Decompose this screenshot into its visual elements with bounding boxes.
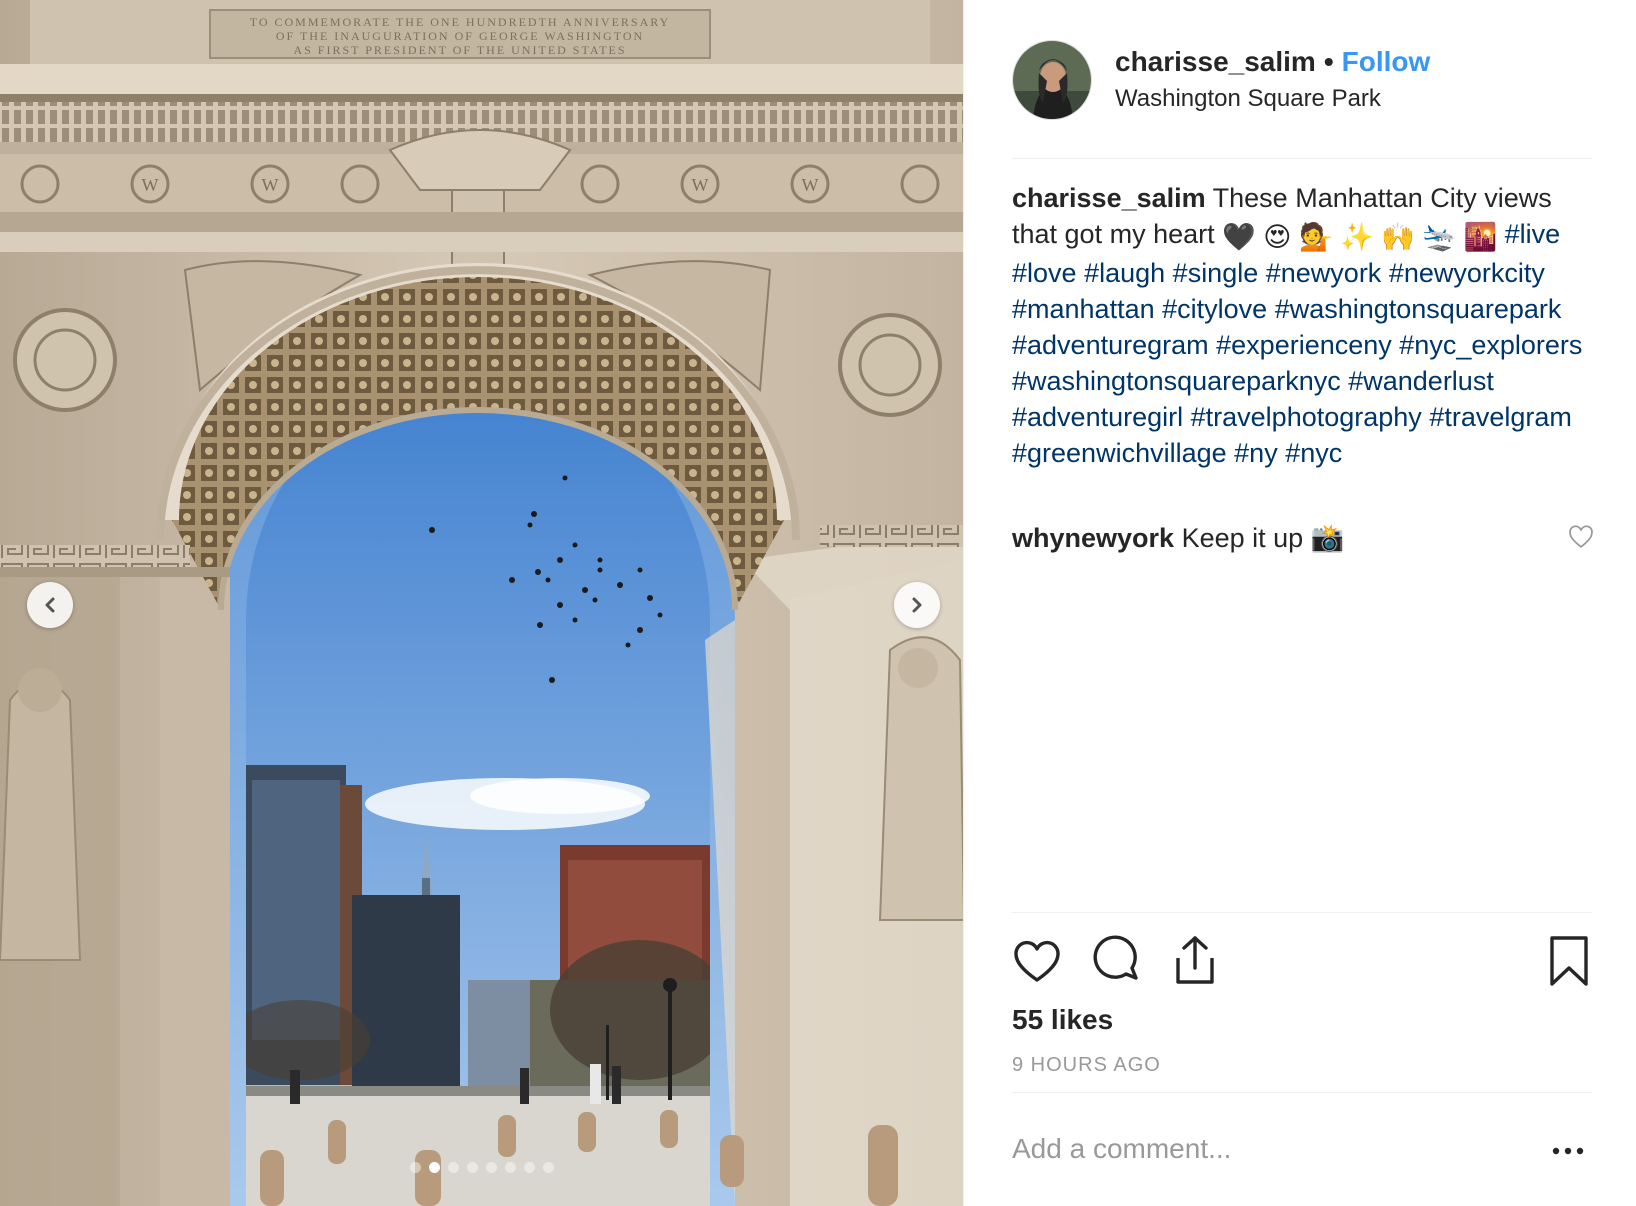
carousel-dot (448, 1162, 459, 1173)
bookmark-icon[interactable] (1544, 934, 1594, 988)
hashtag-link[interactable]: #ny (1234, 438, 1278, 468)
carousel-prev-button[interactable] (27, 582, 73, 628)
comment-username[interactable]: whynewyork (1012, 523, 1174, 553)
svg-text:W: W (802, 175, 819, 195)
avatar[interactable] (1012, 40, 1092, 120)
add-comment-input[interactable] (1012, 1124, 1512, 1174)
hashtag-link[interactable]: #washingtonsquareparknyc (1012, 366, 1341, 396)
hashtag-link[interactable]: #washingtonsquarepark (1275, 294, 1562, 324)
comment-like-icon[interactable] (1568, 524, 1594, 550)
caption-emoji-6: 🌇 (1463, 222, 1498, 252)
hashtag-link[interactable]: #live (1505, 219, 1561, 249)
caption-emoji-2: 💁 (1298, 222, 1333, 252)
post-header: charisse_salim • Follow Washington Squar… (1012, 40, 1548, 120)
avatar-photo (1013, 41, 1091, 119)
hashtag-link[interactable]: #newyorkcity (1389, 258, 1545, 288)
carousel-dot (429, 1162, 440, 1173)
hashtag-link[interactable]: #love (1012, 258, 1077, 288)
comment-input-divider (1012, 1092, 1592, 1093)
actions-divider (1012, 912, 1592, 913)
carousel-dot (524, 1162, 535, 1173)
svg-text:AS FIRST PRESIDENT OF THE UNIT: AS FIRST PRESIDENT OF THE UNITED STATES (293, 43, 626, 57)
hashtag-link[interactable]: #laugh (1084, 258, 1165, 288)
post-detail-panel: charisse_salim • Follow Washington Squar… (964, 0, 1636, 1206)
post-caption: charisse_salim These Manhattan City view… (1012, 180, 1592, 471)
heart-icon[interactable] (1012, 934, 1062, 988)
caption-hashtags: #live #love #laugh #single #newyork #new… (1012, 219, 1582, 468)
share-icon[interactable] (1170, 934, 1220, 988)
hashtag-link[interactable]: #citylove (1162, 294, 1267, 324)
hashtag-link[interactable]: #nyc (1285, 438, 1342, 468)
caption-emoji-5: 🛬 (1422, 222, 1456, 252)
hashtag-link[interactable]: #adventuregram (1012, 330, 1209, 360)
hashtag-link[interactable]: #greenwichvillage (1012, 438, 1227, 468)
comment-emoji: 📸 (1310, 523, 1345, 553)
carousel-dot (467, 1162, 478, 1173)
inscription-line-1: TO COMMEMORATE THE ONE HUNDREDTH ANNIVER… (250, 15, 671, 29)
comment-text: Keep it up (1181, 523, 1304, 553)
speech-bubble-icon[interactable] (1092, 934, 1142, 988)
hashtag-link[interactable]: #adventuregirl (1012, 402, 1183, 432)
more-options-button[interactable] (1540, 1136, 1596, 1166)
comment-item: whynewyork Keep it up 📸 (1012, 520, 1592, 556)
carousel-dot (543, 1162, 554, 1173)
hashtag-link[interactable]: #travelphotography (1191, 402, 1422, 432)
carousel-next-button[interactable] (894, 582, 940, 628)
svg-text:W: W (692, 175, 709, 195)
hashtag-link[interactable]: #manhattan (1012, 294, 1155, 324)
chevron-left-icon (45, 597, 55, 613)
post-timestamp[interactable]: 9 HOURS AGO (1012, 1054, 1161, 1077)
likes-count[interactable]: 55 likes (1012, 1002, 1113, 1038)
svg-text:W: W (262, 175, 279, 195)
caption-username[interactable]: charisse_salim (1012, 183, 1206, 213)
hashtag-link[interactable]: #travelgram (1429, 402, 1572, 432)
carousel-indicator (0, 1162, 963, 1173)
hashtag-link[interactable]: #nyc_explorers (1399, 330, 1582, 360)
caption-emoji-1: 😍 (1263, 222, 1292, 252)
carousel-dot (410, 1162, 421, 1173)
carousel-dot (505, 1162, 516, 1173)
ellipsis-icon (1552, 1147, 1584, 1155)
hashtag-link[interactable]: #single (1173, 258, 1259, 288)
header-divider (1012, 158, 1592, 159)
washington-square-arch-photo: TO COMMEMORATE THE ONE HUNDREDTH ANNIVER… (0, 0, 963, 1206)
caption-emoji-3: ✨ (1340, 222, 1374, 252)
post-author-username[interactable]: charisse_salim (1115, 45, 1316, 79)
caption-emoji-0: 🖤 (1222, 222, 1256, 252)
caption-emoji: 🖤 😍 💁 ✨ 🙌 🛬 🌇 (1222, 219, 1505, 252)
svg-text:OF THE INAUGURATION OF GEORGE: OF THE INAUGURATION OF GEORGE WASHINGTON (276, 29, 644, 43)
carousel-dot (486, 1162, 497, 1173)
hashtag-link[interactable]: #wanderlust (1348, 366, 1494, 396)
post-actions (1012, 934, 1594, 988)
chevron-right-icon (912, 597, 922, 613)
post-location[interactable]: Washington Square Park (1115, 83, 1430, 115)
caption-emoji-4: 🙌 (1381, 222, 1415, 252)
separator-dot: • (1323, 46, 1334, 77)
hashtag-link[interactable]: #newyork (1266, 258, 1382, 288)
hashtag-link[interactable]: #experienceny (1216, 330, 1392, 360)
follow-button[interactable]: Follow (1342, 45, 1431, 79)
svg-text:W: W (142, 175, 159, 195)
post-photo[interactable]: TO COMMEMORATE THE ONE HUNDREDTH ANNIVER… (0, 0, 964, 1206)
